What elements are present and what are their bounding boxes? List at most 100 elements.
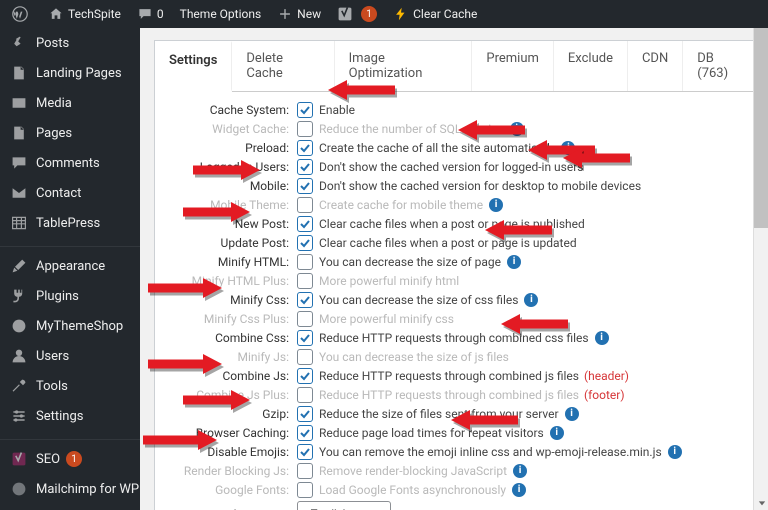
setting-row: Combine Js Plus:Reduce HTTP requests thr… xyxy=(173,385,743,404)
info-icon[interactable]: i xyxy=(513,464,527,478)
sidebar-item-contact[interactable]: Contact xyxy=(0,178,140,208)
info-icon[interactable]: i xyxy=(524,293,538,307)
tab-delete-cache[interactable]: Delete Cache xyxy=(232,41,334,91)
tab-image-optimization[interactable]: Image Optimization xyxy=(335,41,473,91)
setting-checkbox[interactable] xyxy=(297,482,313,498)
sidebar-item-tablepress[interactable]: TablePress xyxy=(0,208,140,238)
setting-row: Minify Css Plus:More powerful minify css xyxy=(173,309,743,328)
info-icon[interactable]: i xyxy=(510,122,524,136)
tab-premium[interactable]: Premium xyxy=(472,41,554,91)
setting-checkbox[interactable] xyxy=(297,178,313,194)
yoast-notifications[interactable]: 1 xyxy=(329,0,385,28)
setting-label: Google Fonts: xyxy=(173,483,295,497)
sidebar-item-mailchimp[interactable]: MailChimp xyxy=(0,504,140,510)
setting-checkbox[interactable] xyxy=(297,387,313,403)
setting-checkbox[interactable] xyxy=(297,140,313,156)
brush-icon xyxy=(10,257,28,275)
info-icon[interactable]: i xyxy=(512,483,526,497)
media-icon xyxy=(10,94,28,112)
setting-description: Clear cache files when a post or page is… xyxy=(319,236,577,250)
sidebar-item-posts[interactable]: Posts xyxy=(0,28,140,58)
user-icon xyxy=(10,347,28,365)
admin-bar: TechSpite 0 Theme Options New 1 Clear Ca… xyxy=(0,0,768,28)
setting-row: Minify Css:You can decrease the size of … xyxy=(173,290,743,309)
setting-checkbox[interactable] xyxy=(297,102,313,118)
setting-checkbox[interactable] xyxy=(297,406,313,422)
sidebar-item-pages[interactable]: Pages xyxy=(0,118,140,148)
setting-checkbox[interactable] xyxy=(297,292,313,308)
setting-row: Minify HTML:You can decrease the size of… xyxy=(173,252,743,271)
setting-checkbox[interactable] xyxy=(297,330,313,346)
setting-checkbox[interactable] xyxy=(297,235,313,251)
sidebar-item-label: SEO xyxy=(36,452,60,467)
scroll-down-arrow[interactable] xyxy=(754,495,768,510)
site-name: TechSpite xyxy=(68,7,121,21)
setting-description: Reduce page load times for repeat visito… xyxy=(319,426,544,440)
sidebar-item-mythemeshop[interactable]: MyThemeShop xyxy=(0,311,140,341)
setting-checkbox[interactable] xyxy=(297,216,313,232)
setting-checkbox[interactable] xyxy=(297,311,313,327)
page-icon xyxy=(10,124,28,142)
comments-bubble[interactable]: 0 xyxy=(129,0,172,28)
sidebar-item-tools[interactable]: Tools xyxy=(0,371,140,401)
sidebar-item-seo[interactable]: SEO1 xyxy=(0,444,140,474)
sidebar-item-media[interactable]: Media xyxy=(0,88,140,118)
setting-description: You can decrease the size of js files xyxy=(319,350,509,364)
setting-checkbox[interactable] xyxy=(297,121,313,137)
setting-checkbox[interactable] xyxy=(297,425,313,441)
clear-cache[interactable]: Clear Cache xyxy=(385,0,485,28)
settings-panel: SettingsDelete CacheImage OptimizationPr… xyxy=(154,40,762,510)
vertical-scrollbar[interactable] xyxy=(753,28,768,510)
setting-row: Widget Cache:Reduce the number of SQL qu… xyxy=(173,119,743,138)
tab-exclude[interactable]: Exclude xyxy=(554,41,628,91)
info-icon[interactable]: i xyxy=(668,445,682,459)
wordpress-icon xyxy=(12,6,28,22)
setting-description: You can decrease the size of page xyxy=(319,255,501,269)
setting-checkbox[interactable] xyxy=(297,197,313,213)
tab-cdn[interactable]: CDN xyxy=(628,41,683,91)
setting-checkbox[interactable] xyxy=(297,254,313,270)
setting-checkbox[interactable] xyxy=(297,368,313,384)
info-icon[interactable]: i xyxy=(595,331,609,345)
scroll-thumb[interactable] xyxy=(754,28,768,228)
info-icon[interactable]: i xyxy=(507,255,521,269)
sidebar-item-label: Landing Pages xyxy=(36,66,122,81)
setting-description: You can remove the emoji inline css and … xyxy=(319,445,662,459)
setting-label: Minify Css Plus: xyxy=(173,312,295,326)
setting-label: Widget Cache: xyxy=(173,122,295,136)
setting-checkbox[interactable] xyxy=(297,463,313,479)
tab-db-763-[interactable]: DB (763) xyxy=(683,41,761,91)
sidebar-item-landing-pages[interactable]: Landing Pages xyxy=(0,58,140,88)
setting-checkbox[interactable] xyxy=(297,349,313,365)
sidebar-item-mailchimp-for-wp[interactable]: Mailchimp for WP xyxy=(0,474,140,504)
info-icon[interactable]: i xyxy=(561,141,575,155)
sidebar-item-label: Posts xyxy=(36,36,69,51)
sidebar-item-appearance[interactable]: Appearance xyxy=(0,251,140,281)
sidebar-item-plugins[interactable]: Plugins xyxy=(0,281,140,311)
setting-label: Cache System: xyxy=(173,103,295,117)
setting-description: You can decrease the size of css files xyxy=(319,293,518,307)
setting-label: Disable Emojis: xyxy=(173,445,295,459)
setting-description: Don't show the cached version for deskto… xyxy=(319,179,641,193)
info-icon[interactable]: i xyxy=(489,198,503,212)
language-select[interactable]: English xyxy=(297,501,391,510)
new-content[interactable]: New xyxy=(269,0,329,28)
setting-row: Minify HTML Plus:More powerful minify ht… xyxy=(173,271,743,290)
info-icon[interactable]: i xyxy=(565,407,579,421)
tab-bar: SettingsDelete CacheImage OptimizationPr… xyxy=(155,41,761,92)
setting-row: Combine Js:Reduce HTTP requests through … xyxy=(173,366,743,385)
sidebar-item-users[interactable]: Users xyxy=(0,341,140,371)
setting-checkbox[interactable] xyxy=(297,444,313,460)
setting-description: More powerful minify html xyxy=(319,274,459,288)
setting-row: Mobile:Don't show the cached version for… xyxy=(173,176,743,195)
site-link[interactable]: TechSpite xyxy=(40,0,129,28)
sidebar-item-settings[interactable]: Settings xyxy=(0,401,140,431)
wp-logo[interactable] xyxy=(4,0,40,28)
setting-checkbox[interactable] xyxy=(297,273,313,289)
setting-checkbox[interactable] xyxy=(297,159,313,175)
info-icon[interactable]: i xyxy=(550,426,564,440)
sidebar-item-comments[interactable]: Comments xyxy=(0,148,140,178)
theme-options[interactable]: Theme Options xyxy=(172,0,270,28)
setting-label: Combine Js: xyxy=(173,369,295,383)
tab-settings[interactable]: Settings xyxy=(155,41,232,92)
